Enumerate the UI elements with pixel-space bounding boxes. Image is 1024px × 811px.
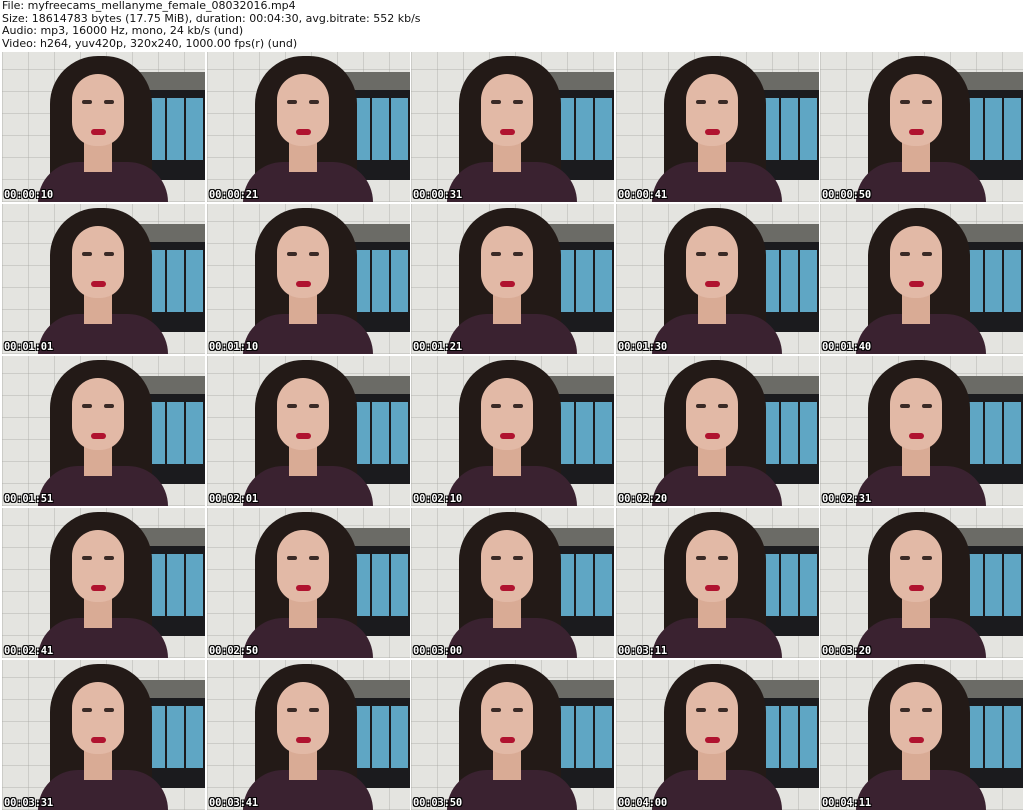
file-name-line: File: myfreecams_mellanyme_female_080320… — [2, 0, 296, 12]
person-face — [890, 530, 942, 602]
video-thumbnail: 00:03:11 — [616, 508, 819, 658]
person-face — [277, 378, 329, 450]
video-thumbnail: 00:03:31 — [2, 660, 205, 810]
person-face — [686, 74, 738, 146]
thumbnail-grid: 00:00:10 00:00:21 00:00:31 00:00:41 00:00:50… — [0, 50, 1024, 811]
timestamp-label: 00:01:40 — [822, 341, 871, 353]
person-face — [277, 226, 329, 298]
timestamp-label: 00:02:20 — [618, 493, 667, 505]
video-thumbnail: 00:02:31 — [820, 356, 1023, 506]
person-face — [277, 530, 329, 602]
video-thumbnail: 00:02:50 — [207, 508, 410, 658]
timestamp-label: 00:00:10 — [4, 189, 53, 201]
audio-info-line: Audio: mp3, 16000 Hz, mono, 24 kb/s (und… — [2, 24, 244, 37]
video-thumbnail: 00:04:00 — [616, 660, 819, 810]
person-face — [686, 226, 738, 298]
timestamp-label: 00:01:30 — [618, 341, 667, 353]
video-thumbnail: 00:00:10 — [2, 52, 205, 202]
video-thumbnail: 00:02:41 — [2, 508, 205, 658]
timestamp-label: 00:01:01 — [4, 341, 53, 353]
video-thumbnail: 00:00:41 — [616, 52, 819, 202]
timestamp-label: 00:03:31 — [4, 797, 53, 809]
video-thumbnail: 00:00:50 — [820, 52, 1023, 202]
timestamp-label: 00:00:41 — [618, 189, 667, 201]
video-thumbnail: 00:03:50 — [411, 660, 614, 810]
timestamp-label: 00:02:31 — [822, 493, 871, 505]
person-face — [686, 530, 738, 602]
person-face — [890, 74, 942, 146]
video-thumbnail: 00:02:20 — [616, 356, 819, 506]
timestamp-label: 00:02:50 — [209, 645, 258, 657]
video-thumbnail: 00:03:41 — [207, 660, 410, 810]
person-face — [481, 74, 533, 146]
video-thumbnail: 00:01:51 — [2, 356, 205, 506]
person-face — [686, 682, 738, 754]
timestamp-label: 00:03:20 — [822, 645, 871, 657]
timestamp-label: 00:00:50 — [822, 189, 871, 201]
timestamp-label: 00:04:11 — [822, 797, 871, 809]
person-face — [481, 226, 533, 298]
person-face — [72, 378, 124, 450]
person-face — [277, 74, 329, 146]
timestamp-label: 00:03:41 — [209, 797, 258, 809]
video-thumbnail: 00:04:11 — [820, 660, 1023, 810]
person-face — [72, 74, 124, 146]
timestamp-label: 00:02:41 — [4, 645, 53, 657]
timestamp-label: 00:02:10 — [413, 493, 462, 505]
video-thumbnail: 00:02:10 — [411, 356, 614, 506]
person-face — [277, 682, 329, 754]
timestamp-label: 00:04:00 — [618, 797, 667, 809]
timestamp-label: 00:01:10 — [209, 341, 258, 353]
person-face — [72, 682, 124, 754]
timestamp-label: 00:00:21 — [209, 189, 258, 201]
person-face — [481, 682, 533, 754]
timestamp-label: 00:03:11 — [618, 645, 667, 657]
person-face — [890, 682, 942, 754]
person-face — [890, 378, 942, 450]
video-thumbnail: 00:01:21 — [411, 204, 614, 354]
person-face — [72, 530, 124, 602]
video-thumbnail: 00:01:01 — [2, 204, 205, 354]
timestamp-label: 00:02:01 — [209, 493, 258, 505]
timestamp-label: 00:00:31 — [413, 189, 462, 201]
video-thumbnail: 00:01:30 — [616, 204, 819, 354]
timestamp-label: 00:03:00 — [413, 645, 462, 657]
file-info-header: File: myfreecams_mellanyme_female_080320… — [0, 0, 1024, 50]
video-thumbnail: 00:01:40 — [820, 204, 1023, 354]
person-face — [72, 226, 124, 298]
timestamp-label: 00:03:50 — [413, 797, 462, 809]
video-info-line: Video: h264, yuv420p, 320x240, 1000.00 f… — [2, 36, 298, 50]
video-thumbnail: 00:03:20 — [820, 508, 1023, 658]
timestamp-label: 00:01:21 — [413, 341, 462, 353]
video-thumbnail: 00:01:10 — [207, 204, 410, 354]
person-face — [686, 378, 738, 450]
person-face — [481, 530, 533, 602]
person-face — [481, 378, 533, 450]
video-thumbnail: 00:00:21 — [207, 52, 410, 202]
video-thumbnail: 00:02:01 — [207, 356, 410, 506]
video-thumbnail: 00:00:31 — [411, 52, 614, 202]
video-thumbnail: 00:03:00 — [411, 508, 614, 658]
person-face — [890, 226, 942, 298]
timestamp-label: 00:01:51 — [4, 493, 53, 505]
